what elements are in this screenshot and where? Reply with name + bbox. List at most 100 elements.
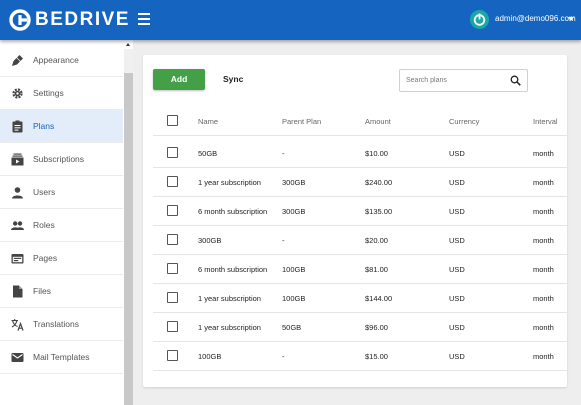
plan-currency: USD xyxy=(449,236,465,245)
sidebar-item-appearance[interactable]: Appearance xyxy=(0,44,123,77)
gear-icon xyxy=(12,88,23,99)
logo-text: BEDRIVE xyxy=(35,9,130,30)
column-header-amount[interactable]: Amount xyxy=(365,117,391,126)
plan-interval: month xyxy=(533,265,554,274)
sidebar-item-subscriptions[interactable]: Subscriptions xyxy=(0,143,123,176)
row-checkbox[interactable] xyxy=(167,147,178,158)
menu-toggle-icon[interactable] xyxy=(138,13,150,25)
plan-name: 1 year subscription xyxy=(198,294,261,303)
parent-plan: - xyxy=(282,236,285,245)
plans-panel: Add Sync Search plans Name Parent Plan A… xyxy=(143,55,567,387)
user-email[interactable]: admin@demo096.com xyxy=(495,14,576,23)
sidebar-item-label: Mail Templates xyxy=(33,352,90,362)
search-input[interactable]: Search plans xyxy=(399,69,528,92)
row-checkbox[interactable] xyxy=(167,350,178,361)
sidebar-item-plans[interactable]: Plans xyxy=(0,110,123,143)
sidebar-item-label: Roles xyxy=(33,220,55,230)
clipboard-icon xyxy=(12,120,23,133)
plan-interval: month xyxy=(533,178,554,187)
file-icon xyxy=(13,285,23,298)
sidebar-item-files[interactable]: Files xyxy=(0,275,123,308)
subscriptions-icon xyxy=(11,153,24,166)
sidebar-item-translations[interactable]: Translations xyxy=(0,308,123,341)
select-all-checkbox[interactable] xyxy=(167,115,178,126)
plan-amount: $20.00 xyxy=(365,236,388,245)
translate-icon xyxy=(11,319,24,331)
plan-name: 6 month subscription xyxy=(198,265,268,274)
plan-name: 6 month subscription xyxy=(198,207,268,216)
column-header-parent-plan[interactable]: Parent Plan xyxy=(282,117,321,126)
sync-button[interactable]: Sync xyxy=(223,69,243,90)
row-checkbox[interactable] xyxy=(167,292,178,303)
sidebar-item-pages[interactable]: Pages xyxy=(0,242,123,275)
table-row[interactable]: 1 year subscription 100GB $144.00 USD mo… xyxy=(153,284,567,313)
plan-amount: $240.00 xyxy=(365,178,393,187)
sidebar-item-mail-templates[interactable]: Mail Templates xyxy=(0,341,123,374)
plan-name: 1 year subscription xyxy=(198,323,261,332)
table-row[interactable]: 1 year subscription 300GB $240.00 USD mo… xyxy=(153,168,567,197)
column-header-name[interactable]: Name xyxy=(198,117,218,126)
column-header-currency[interactable]: Currency xyxy=(449,117,479,126)
sidebar-item-roles[interactable]: Roles xyxy=(0,209,123,242)
sidebar-item-label: Settings xyxy=(33,88,64,98)
scroll-up-arrow-icon[interactable] xyxy=(124,40,133,49)
mail-icon xyxy=(11,353,24,362)
people-icon xyxy=(11,221,24,230)
table-row[interactable]: 100GB - $15.00 USD month xyxy=(153,342,567,371)
plan-name: 300GB xyxy=(198,236,222,245)
table-header-row: Name Parent Plan Amount Currency Interva… xyxy=(153,107,567,136)
top-navbar: BEDRIVE admin@demo096.com xyxy=(0,0,581,40)
table-row[interactable]: 50GB - $10.00 USD month xyxy=(153,139,567,168)
plan-name: 100GB xyxy=(198,352,222,361)
parent-plan: 100GB xyxy=(282,265,306,274)
plan-currency: USD xyxy=(449,149,465,158)
user-avatar[interactable] xyxy=(470,10,489,29)
plan-interval: month xyxy=(533,352,554,361)
plan-amount: $81.00 xyxy=(365,265,388,274)
row-checkbox[interactable] xyxy=(167,321,178,332)
parent-plan: 300GB xyxy=(282,178,306,187)
brush-icon xyxy=(12,55,23,66)
search-icon[interactable] xyxy=(510,75,521,86)
scrollbar-track[interactable] xyxy=(124,49,133,73)
plan-currency: USD xyxy=(449,265,465,274)
caret-down-icon[interactable] xyxy=(568,17,574,21)
plan-name: 1 year subscription xyxy=(198,178,261,187)
scrollbar-thumb[interactable] xyxy=(124,73,133,405)
row-checkbox[interactable] xyxy=(167,263,178,274)
table-row[interactable]: 1 year subscription 50GB $96.00 USD mont… xyxy=(153,313,567,342)
bedrive-logo[interactable]: BEDRIVE xyxy=(8,8,130,32)
web-page-icon xyxy=(11,254,24,264)
plan-currency: USD xyxy=(449,323,465,332)
parent-plan: - xyxy=(282,149,285,158)
bedrive-logo-icon xyxy=(9,9,31,31)
row-checkbox[interactable] xyxy=(167,176,178,187)
plan-name: 50GB xyxy=(198,149,218,158)
parent-plan: 100GB xyxy=(282,294,306,303)
column-header-interval[interactable]: Interval xyxy=(533,117,558,126)
table-row[interactable]: 6 month subscription 100GB $81.00 USD mo… xyxy=(153,255,567,284)
plan-interval: month xyxy=(533,207,554,216)
add-plan-button[interactable]: Add xyxy=(153,69,205,90)
row-checkbox[interactable] xyxy=(167,205,178,216)
plan-amount: $96.00 xyxy=(365,323,388,332)
sidebar-item-label: Users xyxy=(33,187,56,197)
sidebar-item-users[interactable]: Users xyxy=(0,176,123,209)
plan-interval: month xyxy=(533,323,554,332)
parent-plan: 50GB xyxy=(282,323,302,332)
row-checkbox[interactable] xyxy=(167,234,178,245)
table-row[interactable]: 6 month subscription 300GB $135.00 USD m… xyxy=(153,197,567,226)
plan-currency: USD xyxy=(449,294,465,303)
sidebar-item-label: Files xyxy=(33,286,51,296)
table-row[interactable]: 300GB - $20.00 USD month xyxy=(153,226,567,255)
plan-amount: $15.00 xyxy=(365,352,388,361)
power-avatar-icon xyxy=(473,13,486,26)
plan-amount: $144.00 xyxy=(365,294,393,303)
admin-sidebar: Appearance Settings Plans Subscriptions … xyxy=(0,40,124,405)
plan-currency: USD xyxy=(449,207,465,216)
parent-plan: 300GB xyxy=(282,207,306,216)
sidebar-item-label: Subscriptions xyxy=(33,154,85,164)
sidebar-item-settings[interactable]: Settings xyxy=(0,77,123,110)
plan-currency: USD xyxy=(449,178,465,187)
plan-amount: $10.00 xyxy=(365,149,388,158)
